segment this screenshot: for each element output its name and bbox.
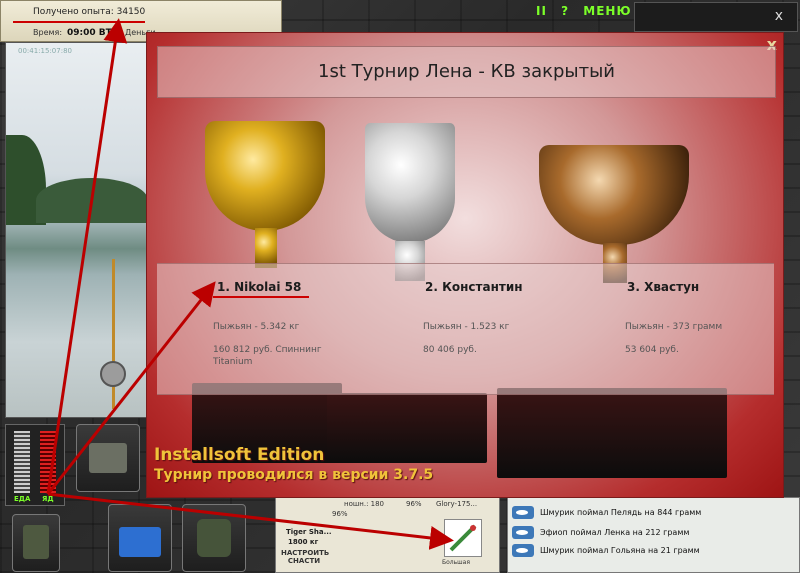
lure-size: Большая [442, 559, 470, 566]
log-text: Шмурик поймал Пелядь на 844 грамм [540, 508, 702, 517]
tackle-box-icon[interactable] [76, 424, 140, 492]
log-row: Шмурик поймал Гольяна на 21 грамм [512, 544, 700, 557]
time-value: 09:00 ВТ [67, 28, 112, 38]
tackle-pct: 96% [332, 510, 348, 518]
tackle-panel: ношн.: 180 96% Glory-175... 96% Tiger Sh… [275, 497, 500, 573]
second-place-fish: Пыжьян - 1.523 кг [423, 322, 510, 332]
xp-row: Получено опыта: 34150 [33, 7, 145, 17]
top-right-panel: x [634, 2, 798, 32]
lure-slot[interactable] [444, 519, 482, 557]
backpack-icon[interactable] [12, 514, 60, 572]
tackle-line-header: ношн.: 180 [344, 500, 385, 508]
third-place-fish: Пыжьян - 373 грамм [625, 322, 723, 332]
third-place-prize: 53 604 руб. [625, 345, 679, 355]
xp-underline-annotation [13, 21, 145, 23]
log-row: Шмурик поймал Пелядь на 844 грамм [512, 506, 701, 519]
log-text: Шмурик поймал Гольяна на 21 грамм [540, 546, 700, 555]
scene-link[interactable]: 00:41:15:07:80 [18, 47, 72, 55]
tackle-name: Tiger Sha... [286, 528, 332, 536]
first-place-name: 1. Nikolai 58 [217, 280, 302, 294]
log-row: Эфиоп поймал Ленка на 212 грамм [512, 526, 689, 539]
log-text: Эфиоп поймал Ленка на 212 грамм [540, 528, 690, 537]
fish-icon [512, 544, 534, 557]
xp-value: 34150 [116, 7, 146, 17]
top-menu: II ? МЕНЮ [536, 4, 641, 18]
first-place-prize: 160 812 руб. Спиннинг Titanium [213, 345, 322, 367]
title-box: 1st Турнир Лена - КВ закрытый [157, 46, 776, 98]
dialog-title: 1st Турнир Лена - КВ закрытый [318, 61, 615, 82]
tournament-results-dialog: x 1st Турнир Лена - КВ закрытый 1. Nikol… [146, 32, 784, 498]
tackle-pct-header: 96% [406, 500, 422, 508]
lure-icon [449, 524, 477, 552]
first-place-fish: Пыжьян - 5.342 кг [213, 322, 300, 332]
tackle-hook-header: Glory-175... [436, 500, 478, 508]
pause-button[interactable]: II [536, 4, 547, 18]
food-label: ЕДА [14, 495, 31, 503]
version-label: Турнир проводился в версии 3.7.5 [154, 467, 434, 483]
poison-meter [40, 431, 56, 493]
catch-log: Шмурик поймал Пелядь на 844 грамм Эфиоп … [507, 497, 800, 573]
second-place-name: 2. Константин [425, 280, 523, 294]
poison-label: ЯД [42, 495, 54, 503]
bag-icon[interactable] [182, 504, 246, 572]
fish-icon [512, 506, 534, 519]
fishing-scene[interactable]: 00:41:15:07:80 [5, 42, 147, 418]
fish-icon [512, 526, 534, 539]
first-place-underline-annotation [213, 296, 309, 298]
food-meter [14, 431, 30, 493]
second-place-prize: 80 406 руб. [423, 345, 477, 355]
tackle-weight: 1800 кг [288, 538, 319, 546]
xp-label: Получено опыта: [33, 7, 114, 17]
basket-icon[interactable] [108, 504, 172, 572]
help-button[interactable]: ? [561, 4, 569, 18]
menu-button[interactable]: МЕНЮ [583, 4, 631, 18]
third-place-name: 3. Хвастун [627, 280, 700, 294]
food-poison-meters: ЕДА ЯД [5, 424, 65, 506]
forest-right [36, 178, 146, 223]
results-band: 1. Nikolai 58 Пыжьян - 5.342 кг 160 812 … [157, 263, 774, 395]
close-icon[interactable]: x [775, 8, 783, 24]
time-label: Время: [33, 28, 63, 37]
reel-icon [100, 361, 126, 387]
edition-label: Installsoft Edition [154, 445, 325, 465]
setup-tackle-button[interactable]: НАСТРОИТЬ СНАСТИ [281, 549, 329, 565]
